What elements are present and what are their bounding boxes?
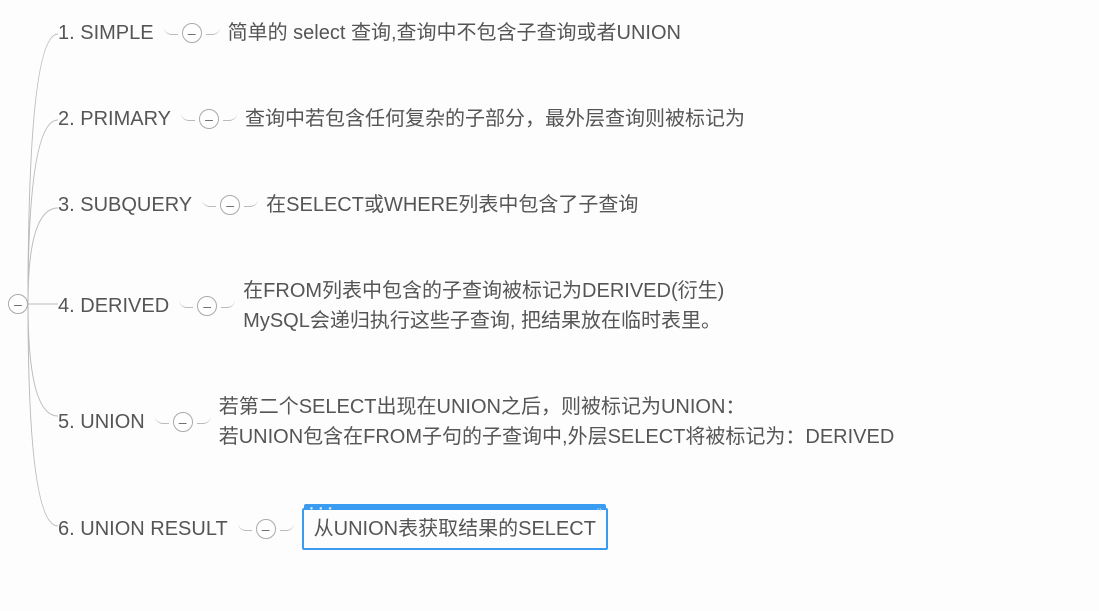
node-description: 简单的 select 查询,查询中不包含子查询或者UNION [228,18,681,48]
connector-line [202,195,216,207]
node-simple[interactable]: 1. SIMPLE – 简单的 select 查询,查询中不包含子查询或者UNI… [58,18,1088,48]
node-label: 4. DERIVED [58,295,169,318]
minus-icon: – [203,299,211,313]
connector-line [221,296,235,308]
connector-line [181,109,195,121]
collapse-toggle[interactable]: – [199,109,219,129]
node-description: 在SELECT或WHERE列表中包含了子查询 [266,190,638,220]
collapse-toggle[interactable]: – [173,412,193,432]
node-label: 3. SUBQUERY [58,194,192,217]
node-description: 在FROM列表中包含的子查询被标记为DERIVED(衍生) MySQL会递归执行… [243,276,724,336]
connector-line [155,412,169,424]
connector-line [244,195,258,207]
minus-icon: – [14,297,22,311]
node-union[interactable]: 5. UNION – 若第二个SELECT出现在UNION之后，则被标记为UNI… [58,392,1088,452]
collapse-toggle[interactable]: – [197,296,217,316]
collapse-toggle[interactable]: – [220,195,240,215]
node-description-selected[interactable]: ● ● ● ‹› 从UNION表获取结果的SELECT [302,508,608,550]
connector-line [280,519,294,531]
connector-line [164,23,178,35]
root-collapse-toggle[interactable]: – [8,294,28,314]
node-label: 2. PRIMARY [58,108,171,131]
window-dots-icon: ● ● ● [310,505,334,514]
connector-line [179,296,193,308]
minus-icon: – [226,198,234,212]
minus-icon: – [179,415,187,429]
minus-icon: – [205,112,213,126]
node-label: 1. SIMPLE [58,22,154,45]
connector-line [197,412,211,424]
connector-line [238,519,252,531]
node-description: 若第二个SELECT出现在UNION之后，则被标记为UNION： 若UNION包… [219,392,895,452]
node-label: 5. UNION [58,411,145,434]
node-primary[interactable]: 2. PRIMARY – 查询中若包含任何复杂的子部分，最外层查询则被标记为 [58,104,1088,134]
node-description: 查询中若包含任何复杂的子部分，最外层查询则被标记为 [245,104,745,134]
connector-line [206,23,220,35]
node-subquery[interactable]: 3. SUBQUERY – 在SELECT或WHERE列表中包含了子查询 [58,190,1088,220]
node-union-result[interactable]: 6. UNION RESULT – ● ● ● ‹› 从UNION表获取结果的S… [58,508,1088,550]
minus-icon: – [188,26,196,40]
connector-line [223,109,237,121]
node-label: 6. UNION RESULT [58,518,228,541]
window-expand-icon: ‹› [597,504,602,516]
node-list: 1. SIMPLE – 简单的 select 查询,查询中不包含子查询或者UNI… [58,18,1088,550]
node-derived[interactable]: 4. DERIVED – 在FROM列表中包含的子查询被标记为DERIVED(衍… [58,276,1088,336]
collapse-toggle[interactable]: – [256,519,276,539]
collapse-toggle[interactable]: – [182,23,202,43]
minus-icon: – [262,522,270,536]
